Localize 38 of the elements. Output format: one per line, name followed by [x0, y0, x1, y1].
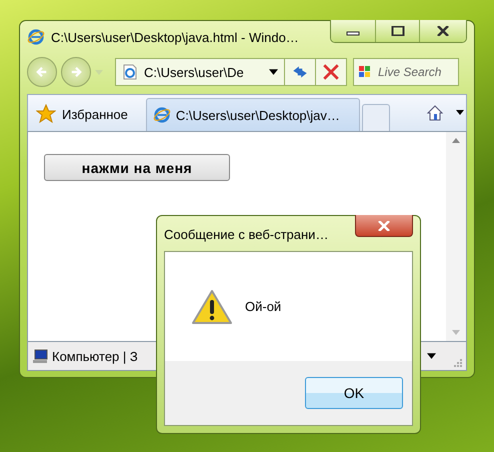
- caret-icon: [427, 353, 436, 359]
- close-icon: [377, 220, 391, 230]
- browser-tab[interactable]: C:\Users\user\Desktop\jav…: [146, 98, 360, 131]
- favorites-button[interactable]: Избранное: [28, 97, 146, 131]
- page-button[interactable]: нажми на меня: [44, 154, 230, 181]
- browser-logo-icon: [27, 28, 45, 46]
- caret-icon: [456, 110, 464, 115]
- close-button[interactable]: [419, 20, 466, 42]
- dialog-title: Сообщение с веб-страни…: [164, 227, 330, 242]
- computer-icon: [32, 348, 48, 364]
- minimize-button[interactable]: [331, 20, 375, 42]
- house-icon: [426, 104, 444, 122]
- status-text: Компьютер | З: [52, 348, 138, 364]
- down-arrow-icon: [452, 330, 460, 335]
- star-icon: [36, 104, 56, 124]
- maximize-icon: [390, 26, 404, 36]
- ok-button[interactable]: OK: [305, 377, 403, 409]
- maximize-button[interactable]: [375, 20, 419, 42]
- close-icon: [322, 63, 340, 81]
- refresh-button[interactable]: [284, 58, 316, 86]
- back-button[interactable]: [27, 57, 57, 87]
- page-icon: [122, 64, 138, 80]
- close-icon: [436, 26, 450, 36]
- browser-logo-icon: [152, 106, 171, 124]
- stop-button[interactable]: [315, 58, 347, 86]
- window-title: C:\Users\user\Desktop\java.html - Windo…: [51, 30, 300, 44]
- up-arrow-icon: [452, 138, 460, 143]
- close-button[interactable]: [355, 215, 413, 237]
- message-text: Ой-ой: [245, 299, 282, 314]
- resize-grip-icon: [452, 357, 462, 367]
- caret-icon: [269, 69, 278, 75]
- search-field[interactable]: Live Search: [353, 58, 459, 86]
- address-field[interactable]: C:\Users\user\De: [115, 58, 285, 86]
- forward-button[interactable]: [61, 57, 91, 87]
- warning-icon: [191, 288, 233, 324]
- right-arrow-icon: [69, 65, 83, 79]
- flag-icon: [357, 64, 373, 80]
- left-arrow-icon: [35, 65, 49, 79]
